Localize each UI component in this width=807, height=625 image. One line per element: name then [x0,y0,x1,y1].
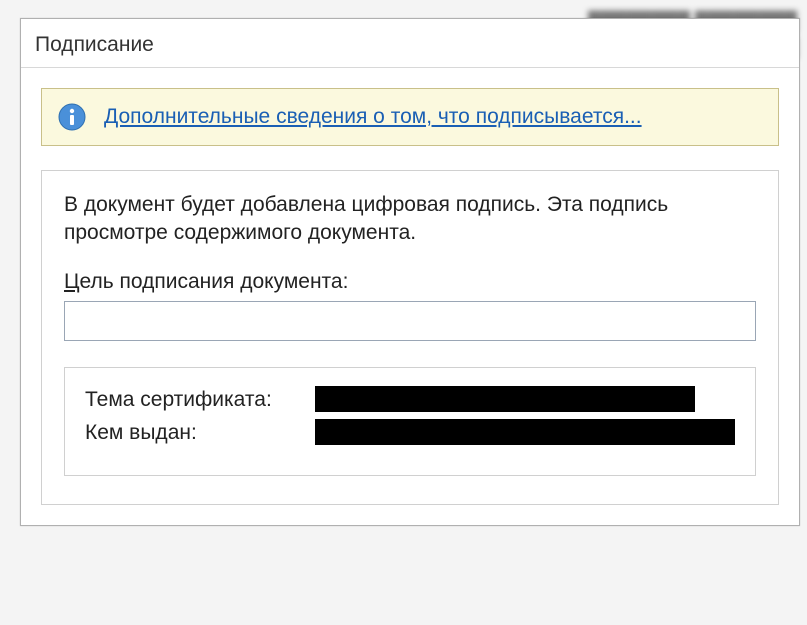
info-icon [58,103,86,131]
purpose-input[interactable] [64,301,756,341]
certificate-box: Тема сертификата: ████████████████ Кем в… [64,367,756,476]
additional-info-link[interactable]: Дополнительные сведения о том, что подпи… [104,105,642,129]
dialog-body: В документ будет добавлена цифровая подп… [41,170,779,505]
signing-dialog: Подписание Дополнительные сведения о том… [20,18,800,526]
cert-subject-label: Тема сертификата: [85,384,315,416]
cert-issuer-label: Кем выдан: [85,417,315,449]
info-banner: Дополнительные сведения о том, что подпи… [41,88,779,146]
cert-issuer-row: Кем выдан: █████████████████████ [85,417,735,449]
cert-subject-row: Тема сертификата: ████████████████ [85,384,735,416]
description-text: В документ будет добавлена цифровая подп… [64,191,756,248]
dialog-title: Подписание [21,19,799,68]
purpose-label: Цель подписания документа: [64,270,756,294]
cert-subject-value: ████████████████ [315,386,695,412]
cert-issuer-value: █████████████████████ [315,419,735,445]
